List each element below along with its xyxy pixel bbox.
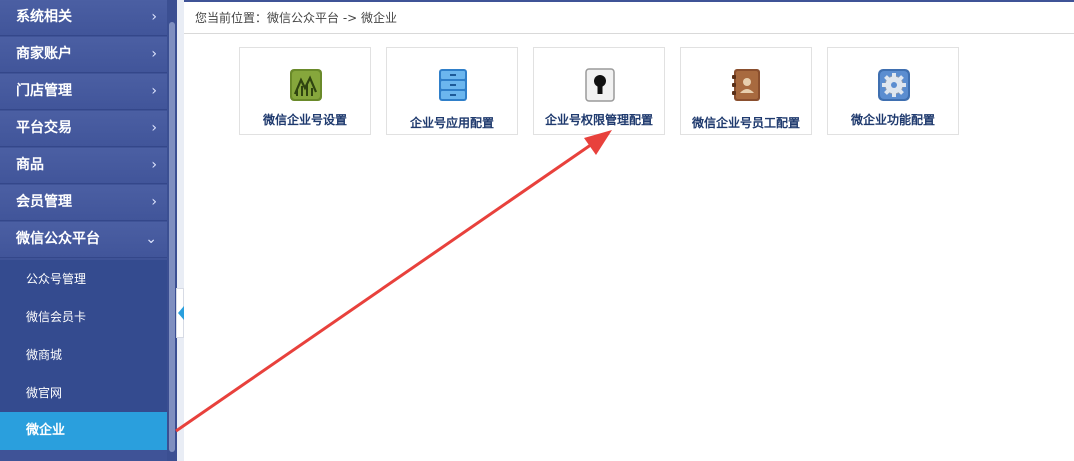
- sidebar-item-label: 会员管理: [16, 194, 72, 210]
- sidebar-item-label: 微信公众平台: [16, 231, 100, 247]
- sidebar-item-merchant-account[interactable]: 商家账户 ›: [0, 37, 167, 73]
- tile-enterprise-staff-config[interactable]: 微信企业号员工配置: [680, 47, 812, 135]
- chevron-right-icon: ›: [151, 157, 157, 173]
- submenu-item-official-account[interactable]: 公众号管理: [0, 260, 167, 298]
- collapse-arrow-icon: [178, 306, 184, 320]
- sidebar-item-products[interactable]: 商品 ›: [0, 148, 167, 184]
- sidebar-item-label: 商品: [16, 157, 44, 173]
- chevron-right-icon: ›: [151, 9, 157, 25]
- tile-label: 企业号权限管理配置: [544, 113, 653, 127]
- tile-enterprise-permission-config[interactable]: 企业号权限管理配置: [533, 47, 665, 135]
- chevron-down-icon: ⌄: [145, 231, 157, 247]
- sidebar-item-member-management[interactable]: 会员管理 ›: [0, 185, 167, 221]
- sidebar-item-label: 门店管理: [16, 83, 72, 99]
- sidebar-item-system[interactable]: 系统相关 ›: [0, 0, 167, 36]
- sidebar-scrollbar-thumb[interactable]: [169, 22, 175, 452]
- tile-label: 微信企业号员工配置: [691, 116, 800, 130]
- gear-icon: [878, 69, 910, 101]
- submenu-item-label: 公众号管理: [26, 272, 87, 286]
- submenu-item-label: 微信会员卡: [26, 310, 87, 324]
- sidebar-item-wechat-platform[interactable]: 微信公众平台 ⌄: [0, 222, 167, 258]
- submenu-item-micro-mall[interactable]: 微商城: [0, 336, 167, 374]
- tile-label: 企业号应用配置: [409, 116, 494, 130]
- sidebar-item-label: 平台交易: [16, 120, 72, 136]
- tile-enterprise-app-config[interactable]: 企业号应用配置: [386, 47, 518, 135]
- sidebar-divider: [177, 0, 184, 461]
- filing-cabinet-icon: [439, 69, 467, 101]
- keyhole-lock-icon: [585, 68, 615, 102]
- chevron-right-icon: ›: [151, 194, 157, 210]
- breadcrumb: 您当前位置：微信公众平台 -> 微企业: [184, 0, 1074, 34]
- sidebar: 系统相关 › 商家账户 › 门店管理 › 平台交易 › 商品 › 会员管理 › …: [0, 0, 167, 461]
- sidebar-item-platform-trade[interactable]: 平台交易 ›: [0, 111, 167, 147]
- chevron-right-icon: ›: [151, 120, 157, 136]
- chevron-right-icon: ›: [151, 46, 157, 62]
- address-book-icon: [732, 69, 760, 101]
- tile-label: 微企业功能配置: [850, 113, 935, 127]
- sidebar-item-store-management[interactable]: 门店管理 ›: [0, 74, 167, 110]
- chart-icon: [290, 69, 322, 101]
- sidebar-collapse-button[interactable]: [176, 288, 184, 338]
- submenu-item-member-card[interactable]: 微信会员卡: [0, 298, 167, 336]
- submenu-item-label: 微商城: [26, 348, 63, 362]
- tile-enterprise-account-settings[interactable]: 微信企业号设置: [239, 47, 371, 135]
- app-root: 系统相关 › 商家账户 › 门店管理 › 平台交易 › 商品 › 会员管理 › …: [0, 0, 1074, 461]
- submenu-item-label: 微官网: [26, 386, 63, 400]
- submenu-item-micro-website[interactable]: 微官网: [0, 374, 167, 412]
- chevron-right-icon: ›: [151, 83, 157, 99]
- tile-micro-enterprise-function-config[interactable]: 微企业功能配置: [827, 47, 959, 135]
- submenu-item-micro-enterprise[interactable]: 微企业: [0, 412, 167, 450]
- tile-label: 微信企业号设置: [262, 113, 347, 127]
- sidebar-item-label: 系统相关: [16, 9, 72, 25]
- annotation-arrow-line: [175, 140, 596, 433]
- sidebar-item-label: 商家账户: [16, 46, 72, 62]
- submenu-item-label: 微企业: [26, 423, 66, 438]
